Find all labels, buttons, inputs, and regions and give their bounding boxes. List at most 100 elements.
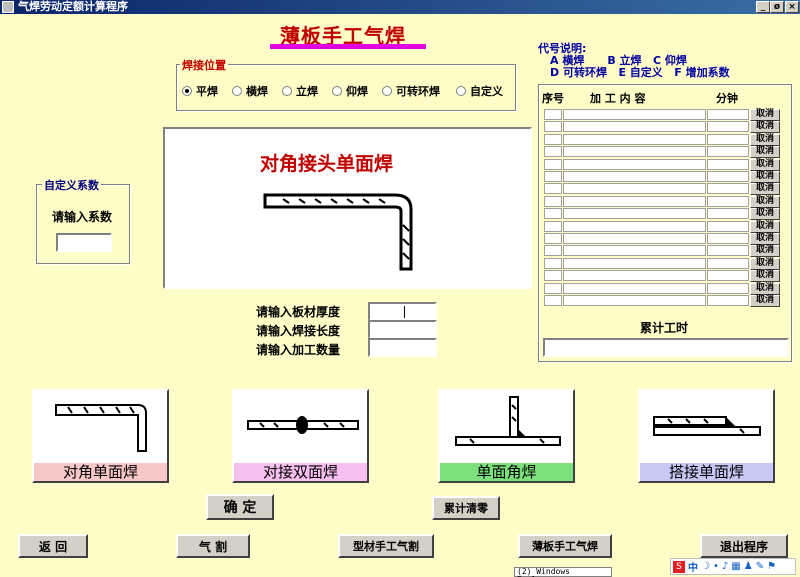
- back-button[interactable]: 返 回: [18, 534, 88, 558]
- exit-button[interactable]: 退出程序: [700, 534, 788, 558]
- taskbar-tooltip: (2) Windows Explorer: [514, 567, 612, 577]
- row-seq-cell: [544, 196, 562, 207]
- row-cancel-button[interactable]: 取消: [750, 208, 780, 220]
- joint-card-butt-double[interactable]: 对接双面焊: [232, 389, 369, 483]
- row-cancel-button[interactable]: 取消: [750, 283, 780, 295]
- row-content-cell: [563, 171, 706, 182]
- row-seq-cell: [544, 109, 562, 120]
- radio-overhead-weld[interactable]: 仰焊: [332, 84, 368, 98]
- radio-label: 自定义: [470, 85, 503, 98]
- wrench-icon[interactable]: ✎: [756, 561, 764, 572]
- length-label: 请输入焊接长度: [256, 324, 341, 338]
- joint-card-fillet-single[interactable]: 单面角焊: [438, 389, 575, 483]
- corner-joint-icon: [55, 404, 147, 452]
- row-seq-cell: [544, 171, 562, 182]
- row-content-cell: [563, 208, 706, 219]
- radio-label: 平焊: [196, 85, 218, 98]
- row-cancel-button[interactable]: 取消: [750, 221, 780, 233]
- radio-vertical-weld[interactable]: 立焊: [282, 84, 318, 98]
- weld-position-caption: 焊接位置: [180, 57, 228, 73]
- row-cancel-button[interactable]: 取消: [750, 159, 780, 171]
- row-seq-cell: [544, 134, 562, 145]
- row-cancel-button[interactable]: 取消: [750, 258, 780, 270]
- row-seq-cell: [544, 233, 562, 244]
- radio-flat-weld[interactable]: 平焊: [182, 84, 218, 98]
- fillet-joint-icon: [455, 396, 561, 446]
- chinese-input-icon[interactable]: 中: [688, 559, 698, 574]
- mic-icon[interactable]: ♪: [722, 561, 728, 572]
- row-minutes-cell: [707, 295, 749, 306]
- lap-joint-icon: [653, 416, 761, 436]
- length-input[interactable]: [368, 320, 437, 339]
- row-seq-cell: [544, 245, 562, 256]
- weld-preview-panel: 对角接头单面焊: [163, 127, 532, 289]
- row-content-cell: [563, 134, 706, 145]
- joint-card-lap-single[interactable]: 搭接单面焊: [638, 389, 775, 483]
- radio-horizontal-weld[interactable]: 横焊: [232, 84, 268, 98]
- row-minutes-cell: [707, 146, 749, 157]
- row-content-cell: [563, 196, 706, 207]
- row-minutes-cell: [707, 196, 749, 207]
- row-cancel-button[interactable]: 取消: [750, 233, 780, 245]
- row-cancel-button[interactable]: 取消: [750, 146, 780, 158]
- total-output: [543, 338, 789, 357]
- row-minutes-cell: [707, 270, 749, 281]
- total-label: 累计工时: [640, 321, 689, 335]
- row-cancel-button[interactable]: 取消: [750, 196, 780, 208]
- row-cancel-button[interactable]: 取消: [750, 245, 780, 257]
- thickness-input[interactable]: [368, 302, 437, 321]
- row-minutes-cell: [707, 233, 749, 244]
- joint-card-corner-single[interactable]: 对角单面焊: [32, 389, 169, 483]
- row-cancel-button[interactable]: 取消: [750, 109, 780, 121]
- row-cancel-button[interactable]: 取消: [750, 183, 780, 195]
- row-cancel-button[interactable]: 取消: [750, 121, 780, 133]
- quantity-label: 请输入加工数量: [256, 343, 341, 357]
- close-button[interactable]: ×: [785, 1, 799, 13]
- row-seq-cell: [544, 283, 562, 294]
- sheet-weld-button[interactable]: 薄板手工气焊: [518, 534, 612, 558]
- dot-icon[interactable]: •: [713, 561, 719, 572]
- column-minutes-header: 分钟: [716, 92, 738, 105]
- custom-factor-input[interactable]: [56, 233, 112, 252]
- s-icon[interactable]: S: [673, 560, 685, 573]
- system-tray: S 中 ☽ • ♪ ▦ ♟ ✎ ⚑: [670, 558, 796, 575]
- shirt-icon[interactable]: ♟: [744, 561, 753, 572]
- row-cancel-button[interactable]: 取消: [750, 171, 780, 183]
- joint-card-label: 单面角焊: [440, 463, 573, 481]
- radio-dot: [232, 86, 242, 96]
- moon-icon[interactable]: ☽: [701, 561, 710, 572]
- corner-joint-drawing: [263, 193, 413, 271]
- joint-card-label: 对接双面焊: [234, 463, 367, 481]
- row-seq-cell: [544, 221, 562, 232]
- restore-button[interactable]: ø: [770, 1, 784, 13]
- quantity-input[interactable]: [368, 338, 437, 357]
- radio-label: 可转环焊: [396, 85, 440, 98]
- row-content-cell: [563, 295, 706, 306]
- radio-custom[interactable]: 自定义: [456, 84, 503, 98]
- row-minutes-cell: [707, 183, 749, 194]
- row-content-cell: [563, 258, 706, 269]
- gas-cut-button[interactable]: 气 割: [176, 534, 250, 558]
- row-seq-cell: [544, 295, 562, 306]
- flag-icon[interactable]: ⚑: [767, 561, 776, 572]
- row-minutes-cell: [707, 221, 749, 232]
- row-minutes-cell: [707, 258, 749, 269]
- row-cancel-button[interactable]: 取消: [750, 134, 780, 146]
- minimize-button[interactable]: _: [756, 1, 770, 13]
- row-minutes-cell: [707, 283, 749, 294]
- profile-weld-button[interactable]: 型材手工气割: [338, 534, 434, 558]
- window-title: 气焊劳动定额计算程序: [18, 0, 128, 13]
- window-titlebar: 气焊劳动定额计算程序 _ ø ×: [0, 0, 800, 14]
- thickness-label: 请输入板材厚度: [256, 305, 341, 319]
- butt-joint-icon: [247, 416, 359, 434]
- clear-total-button[interactable]: 累计清零: [432, 496, 500, 520]
- radio-rotatable-ring-weld[interactable]: 可转环焊: [382, 84, 440, 98]
- radio-dot: [382, 86, 392, 96]
- row-cancel-button[interactable]: 取消: [750, 295, 780, 307]
- row-cancel-button[interactable]: 取消: [750, 270, 780, 282]
- row-seq-cell: [544, 121, 562, 132]
- keyboard-icon[interactable]: ▦: [731, 561, 740, 572]
- legend-line-2: D 可转环焊 E 自定义 F 增加系数: [550, 66, 730, 79]
- confirm-button[interactable]: 确 定: [206, 494, 274, 520]
- row-content-cell: [563, 146, 706, 157]
